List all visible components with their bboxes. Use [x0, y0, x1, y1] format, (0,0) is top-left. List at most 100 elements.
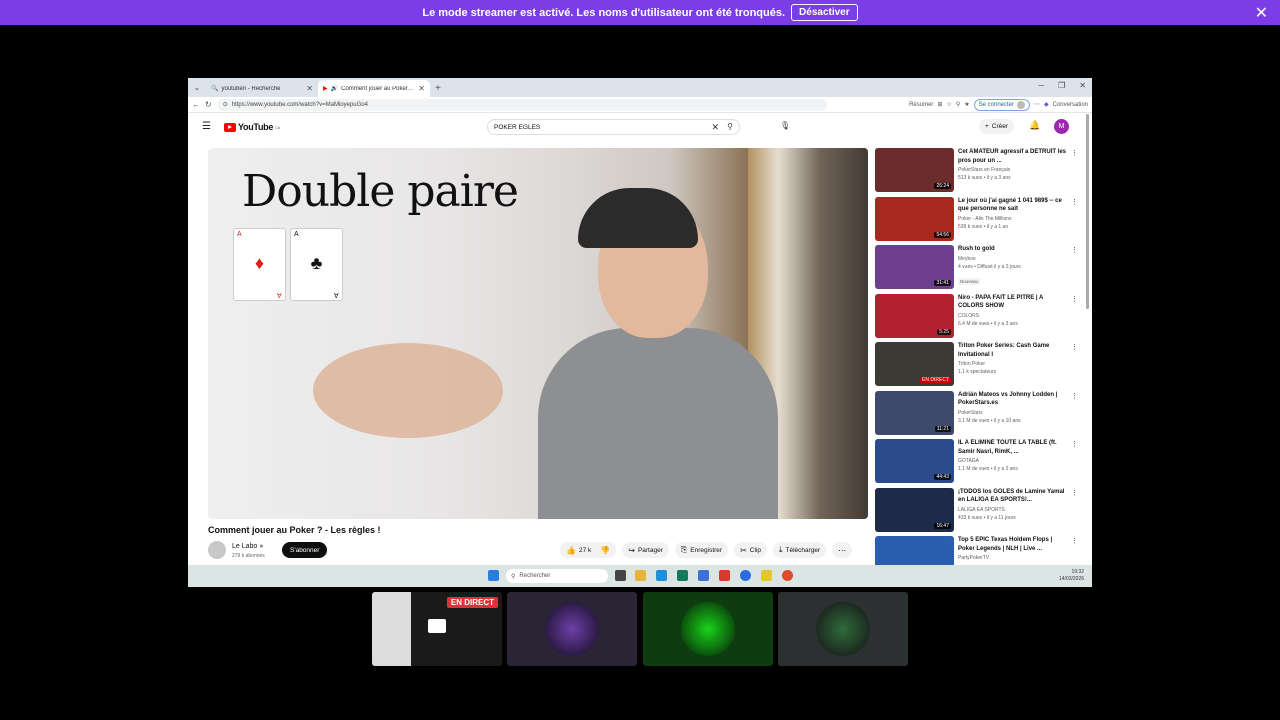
- video-thumbnail[interactable]: 5:25: [875, 293, 954, 338]
- close-window-icon[interactable]: ✕: [1079, 81, 1086, 90]
- video-title[interactable]: Rush to gold: [958, 245, 1070, 254]
- search-icon[interactable]: ⚲: [727, 122, 733, 131]
- stream-tile[interactable]: [643, 592, 773, 666]
- channel-name[interactable]: Le Labo ●: [232, 543, 264, 550]
- video-title[interactable]: Top 5 EPIC Texas Holdem Flops | Poker Le…: [958, 536, 1070, 553]
- dislike-icon[interactable]: 👎: [600, 546, 610, 555]
- channel-name[interactable]: Poker - Alin The Millions: [958, 216, 1070, 222]
- audio-icon[interactable]: 🔊: [331, 85, 338, 92]
- refresh-icon[interactable]: ↻: [205, 100, 212, 109]
- copilot-icon[interactable]: ◆: [1044, 101, 1049, 108]
- more-icon[interactable]: ⋮: [1071, 392, 1078, 400]
- back-icon[interactable]: ←: [192, 100, 200, 109]
- video-title[interactable]: Triton Poker Series: Cash Game Invitatio…: [958, 342, 1070, 359]
- like-icon[interactable]: 👍: [566, 546, 576, 555]
- recommended-video[interactable]: EN DIRECT Triton Poker Series: Cash Game…: [875, 342, 1078, 391]
- conversation-label[interactable]: Conversation: [1053, 102, 1088, 108]
- search-input[interactable]: POKER EGLES ✕ ⚲: [487, 119, 740, 135]
- tab-actions-icon[interactable]: ⌄: [188, 78, 206, 97]
- more-actions-button[interactable]: ⋯: [832, 542, 853, 558]
- more-icon[interactable]: ⋮: [1071, 295, 1078, 303]
- resume-button[interactable]: Résumer: [909, 102, 933, 108]
- more-icon[interactable]: ⋮: [1071, 537, 1078, 545]
- file-explorer-icon[interactable]: [635, 570, 646, 581]
- channel-avatar[interactable]: [208, 541, 226, 559]
- create-button[interactable]: + Créer: [979, 119, 1015, 134]
- video-thumbnail[interactable]: 44:43: [875, 439, 954, 483]
- channel-name[interactable]: COLORS: [958, 313, 1070, 319]
- more-icon[interactable]: ⋮: [1071, 246, 1078, 254]
- minimize-icon[interactable]: ─: [1038, 81, 1044, 90]
- more-icon[interactable]: ⋯: [1034, 101, 1040, 108]
- store-icon[interactable]: [677, 570, 688, 581]
- more-icon[interactable]: ⋮: [1071, 489, 1078, 497]
- video-thumbnail[interactable]: 26:24: [875, 148, 954, 192]
- windows-start-icon[interactable]: [488, 570, 499, 581]
- share-button[interactable]: ↪ Partager: [622, 542, 669, 558]
- disable-streamer-mode-button[interactable]: Désactiver: [791, 4, 858, 21]
- channel-name[interactable]: Triton Poker: [958, 361, 1070, 367]
- video-title[interactable]: Le jour où j'ai gagné 1 041 989$ -- ce q…: [958, 197, 1070, 214]
- more-icon[interactable]: ⋮: [1071, 149, 1078, 157]
- recommended-video[interactable]: 5:25 Niro - PAPA FAIT LE PITRE | A COLOR…: [875, 293, 1078, 343]
- video-thumbnail[interactable]: 11:21: [875, 390, 954, 435]
- recommended-video[interactable]: 54:56 Le jour où j'ai gagné 1 041 989$ -…: [875, 196, 1078, 246]
- app-icon[interactable]: [719, 570, 730, 581]
- video-thumbnail[interactable]: 54:56: [875, 196, 954, 241]
- stream-tile[interactable]: [507, 592, 637, 666]
- close-tab-icon[interactable]: ✕: [418, 84, 425, 93]
- more-icon[interactable]: ⋮: [1071, 198, 1078, 206]
- video-title[interactable]: IL A ÉLIMINÉ TOUTE LA TABLE (ft. Samir N…: [958, 439, 1070, 456]
- app-icon[interactable]: [740, 570, 751, 581]
- microphone-icon[interactable]: 🎙: [780, 121, 790, 130]
- channel-name[interactable]: PokerStars en Français: [958, 167, 1070, 173]
- taskbar-clock[interactable]: 19:32 14/03/2026: [1059, 569, 1084, 583]
- account-avatar[interactable]: M: [1054, 119, 1069, 134]
- app-icon[interactable]: [698, 570, 709, 581]
- more-icon[interactable]: ⋮: [1071, 440, 1078, 448]
- recommended-video[interactable]: 26:24 Cet AMATEUR agressif a DÉTRUIT les…: [875, 148, 1078, 197]
- tab-video[interactable]: ▶ 🔊 Comment jouer au Poker ? - L ✕: [318, 80, 430, 97]
- channel-name[interactable]: GOTAGA: [958, 458, 1070, 464]
- app-icon[interactable]: [761, 570, 772, 581]
- scrollbar[interactable]: [1086, 114, 1089, 309]
- video-thumbnail[interactable]: 16:47: [875, 487, 954, 532]
- video-title[interactable]: ¡TODOS los GOLES de Lamine Yamal en LALI…: [958, 488, 1070, 505]
- clip-button[interactable]: ✂ Clip: [734, 542, 767, 558]
- channel-name[interactable]: Meykoo: [958, 256, 1070, 262]
- split-screen-icon[interactable]: ⊞: [937, 101, 942, 108]
- channel-name[interactable]: PokerStars: [958, 410, 1070, 416]
- youtube-logo[interactable]: YouTube CA: [224, 122, 280, 132]
- video-title[interactable]: Adrián Mateos vs Johnny Lodden | PokerSt…: [958, 391, 1070, 408]
- signin-button[interactable]: Se connecter: [973, 98, 1031, 111]
- recommended-video[interactable]: 16:47 ¡TODOS los GOLES de Lamine Yamal e…: [875, 487, 1078, 537]
- download-button[interactable]: ⤓ Télécharger: [772, 542, 827, 558]
- chrome-icon[interactable]: [782, 570, 793, 581]
- stream-tile[interactable]: EN DIRECT: [372, 592, 502, 666]
- recommended-video[interactable]: 31:41 Rush to gold Meykoo 4 vues • Diffu…: [875, 245, 1078, 294]
- new-tab-button[interactable]: +: [430, 80, 446, 97]
- channel-name[interactable]: LALIGA EA SPORTS: [958, 507, 1070, 513]
- extensions-icon[interactable]: ⚲: [956, 101, 960, 108]
- favorite-icon[interactable]: ☆: [946, 101, 951, 108]
- notifications-icon[interactable]: 🔔: [1029, 120, 1040, 131]
- video-thumbnail[interactable]: EN DIRECT: [875, 342, 954, 386]
- channel-name[interactable]: PartyPokerTV: [958, 555, 1070, 561]
- url-field[interactable]: ⊙ https://www.youtube.com/watch?v=MaMioy…: [216, 98, 827, 111]
- subscribe-button[interactable]: S'abonner: [282, 542, 328, 558]
- close-tab-icon[interactable]: ✕: [306, 84, 313, 93]
- stream-tile[interactable]: [778, 592, 908, 666]
- video-player[interactable]: Double paire A ♦ A A ♣ A: [208, 148, 868, 519]
- video-title[interactable]: Cet AMATEUR agressif a DÉTRUIT les pros …: [958, 148, 1070, 165]
- like-count[interactable]: 27 k: [579, 547, 591, 554]
- menu-icon[interactable]: ☰: [202, 121, 211, 132]
- video-thumbnail[interactable]: 31:41: [875, 245, 954, 289]
- save-button[interactable]: ⎘ Enregistrer: [674, 542, 729, 558]
- tab-search[interactable]: 🔍 youtuben - Recherche ✕: [206, 80, 318, 97]
- close-icon[interactable]: ✕: [1255, 3, 1268, 23]
- clear-search-icon[interactable]: ✕: [711, 122, 719, 133]
- site-info-icon[interactable]: ⊙: [223, 101, 228, 108]
- taskbar-search-input[interactable]: ⚲ Rechercher: [506, 569, 608, 583]
- more-icon[interactable]: ⋮: [1071, 343, 1078, 351]
- recommended-video[interactable]: 44:43 IL A ÉLIMINÉ TOUTE LA TABLE (ft. S…: [875, 439, 1078, 488]
